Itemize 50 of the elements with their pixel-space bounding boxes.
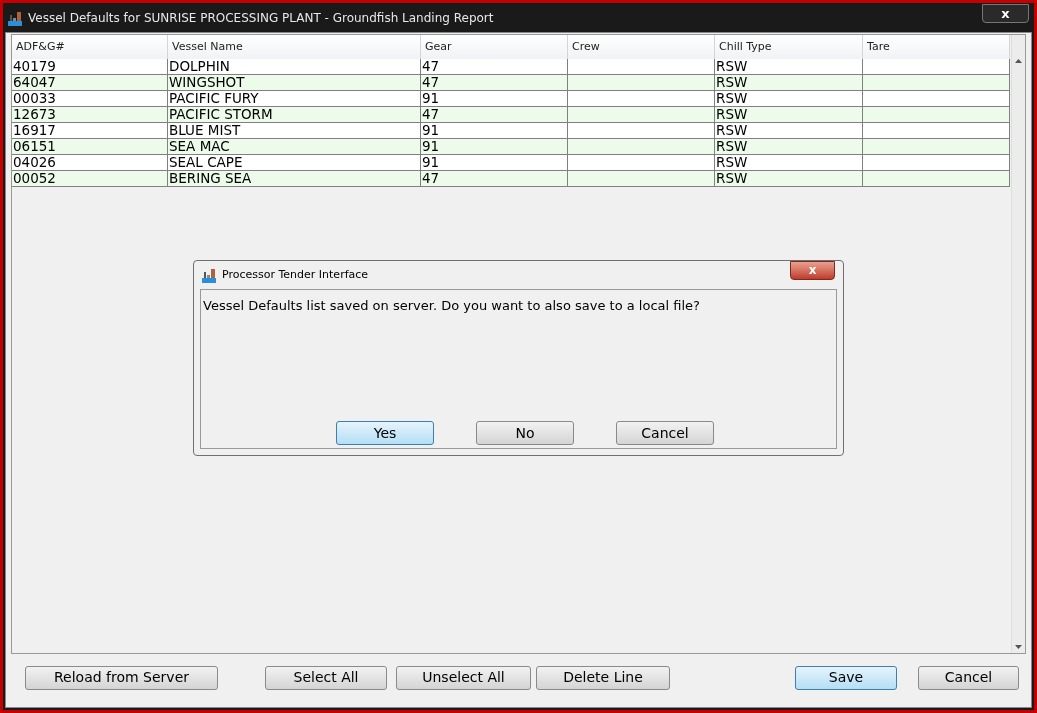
- table-cell: 40179: [12, 59, 168, 74]
- table-cell: 00033: [12, 91, 168, 106]
- dialog-message: Vessel Defaults list saved on server. Do you want to also save to a local file?: [202, 297, 701, 315]
- table-cell: RSW: [715, 155, 863, 170]
- push-button[interactable]: Cancel: [918, 665, 1019, 690]
- table-cell: 06151: [12, 139, 168, 154]
- scroll-up-icon[interactable]: [1015, 59, 1022, 63]
- push-button[interactable]: Reload from Server: [25, 665, 218, 690]
- push-button[interactable]: Yes: [336, 421, 434, 445]
- push-button[interactable]: Select All: [265, 665, 387, 690]
- push-button[interactable]: No: [476, 421, 574, 445]
- window-title: Vessel Defaults for SUNRISE PROCESSING PLANT - Groundfish Landing Report: [28, 9, 494, 27]
- app-icon: [202, 267, 216, 283]
- push-button[interactable]: Unselect All: [396, 665, 531, 690]
- table-cell: 91: [421, 139, 568, 154]
- table-cell: 64047: [12, 75, 168, 90]
- table-cell: RSW: [715, 75, 863, 90]
- table-cell: RSW: [715, 91, 863, 106]
- table-cell: RSW: [715, 123, 863, 138]
- table-cell: RSW: [715, 59, 863, 74]
- close-button[interactable]: x: [982, 4, 1029, 23]
- table-cell: DOLPHIN: [168, 59, 421, 74]
- table-cell: BERING SEA: [168, 171, 421, 186]
- table-cell: 47: [421, 59, 568, 74]
- table-cell: BLUE MIST: [168, 123, 421, 138]
- app-icon: [8, 9, 22, 26]
- table-cell: PACIFIC STORM: [168, 107, 421, 122]
- table-cell: 04026: [12, 155, 168, 170]
- table-cell: RSW: [715, 139, 863, 154]
- table-cell: 47: [421, 75, 568, 90]
- table-cell: 47: [421, 171, 568, 186]
- table-cell: 00052: [12, 171, 168, 186]
- push-button[interactable]: Save: [795, 665, 897, 690]
- vertical-scrollbar[interactable]: [1011, 35, 1025, 653]
- push-button[interactable]: Delete Line: [536, 665, 670, 690]
- table-cell: RSW: [715, 107, 863, 122]
- dialog-title: Processor Tender Interface: [222, 266, 369, 283]
- table-cell: SEA MAC: [168, 139, 421, 154]
- table-cell: 91: [421, 155, 568, 170]
- table-cell: 12673: [12, 107, 168, 122]
- table-cell: SEAL CAPE: [168, 155, 421, 170]
- scroll-down-icon[interactable]: [1015, 645, 1022, 649]
- table-cell: 16917: [12, 123, 168, 138]
- table-cell: 91: [421, 123, 568, 138]
- table-cell: 91: [421, 91, 568, 106]
- table-cell: 47: [421, 107, 568, 122]
- table-cell: WINGSHOT: [168, 75, 421, 90]
- push-button[interactable]: Cancel: [616, 421, 714, 445]
- table-cell: RSW: [715, 171, 863, 186]
- table-cell: PACIFIC FURY: [168, 91, 421, 106]
